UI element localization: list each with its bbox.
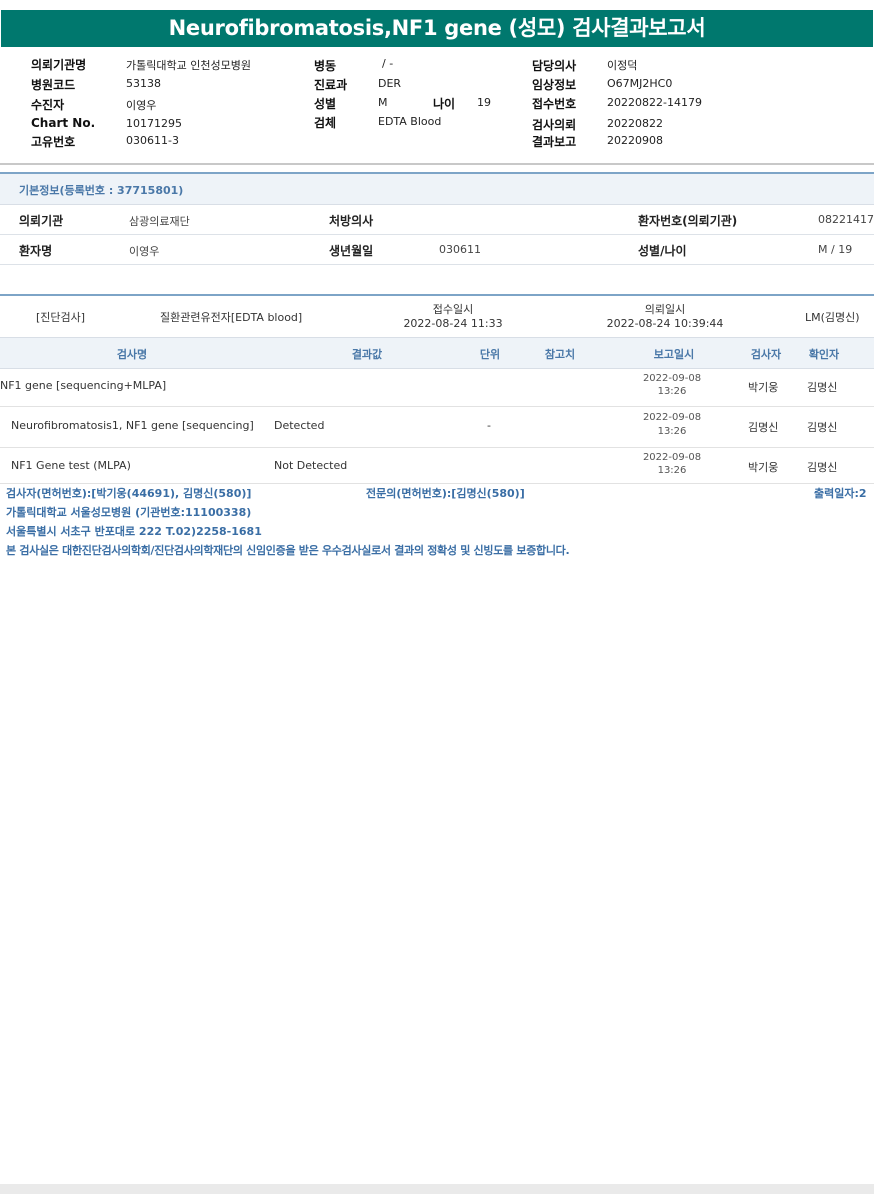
test-name: Neurofibromatosis1, NF1 gene [sequencing…	[11, 419, 254, 432]
patient-name-label: 환자명	[19, 244, 53, 258]
chart-no-label: Chart No.	[31, 116, 96, 130]
report-title: Neurofibromatosis,NF1 gene (성모) 검사결과보고서	[1, 10, 873, 47]
result-report-label: 결과보고	[532, 135, 577, 149]
order-item: 질환관련유전자[EDTA blood]	[160, 311, 303, 324]
lm-doctor: LM(김명신)	[805, 311, 860, 324]
unique-no-value: 030611-3	[126, 134, 179, 147]
clinical-info-value: O67MJ2HC0	[607, 77, 673, 90]
sex-value: M	[378, 96, 388, 109]
tester: 김명신	[748, 421, 779, 434]
sex-label: 성별	[314, 97, 337, 111]
test-result: Not Detected	[274, 459, 348, 472]
org-value: 삼광의료재단	[129, 215, 190, 228]
col-reference: 참고치	[544, 348, 576, 361]
requesting-hospital-value: 가톨릭대학교 인천성모병원	[126, 59, 251, 72]
test-result: Detected	[274, 419, 325, 432]
test-name: NF1 gene [sequencing+MLPA]	[0, 379, 167, 392]
test-name: NF1 Gene test (MLPA)	[11, 459, 131, 472]
col-report-date: 보고일시	[653, 348, 695, 361]
report-date: 2022-09-08	[642, 452, 702, 463]
order-category: [진단검사]	[36, 311, 86, 324]
order-row: [진단검사] 질환관련유전자[EDTA blood] 접수일시 2022-08-…	[0, 296, 874, 336]
department-value: DER	[378, 77, 402, 90]
test-request-label: 검사의뢰	[532, 118, 577, 132]
table-row: NF1 Gene test (MLPA) Not Detected 2022-0…	[0, 448, 874, 484]
patient-no-value: 082214179	[818, 213, 874, 226]
patient-no-label: 환자번호(의뢰기관)	[638, 214, 738, 228]
basic-info-heading: 기본정보(등록번호 : 37715801)	[19, 184, 184, 197]
clinical-info-label: 임상정보	[532, 78, 577, 92]
result-report-value: 20220908	[607, 134, 663, 147]
basic-info-row-1: 의뢰기관 삼광의료재단 처방의사 환자번호(의뢰기관) 082214179	[0, 205, 874, 235]
tester: 박기웅	[748, 381, 779, 394]
receipt-no-value: 20220822-14179	[607, 96, 702, 109]
basic-info-heading-band: 기본정보(등록번호 : 37715801)	[0, 174, 874, 205]
birthdate-value: 030611	[439, 243, 481, 256]
header-divider	[0, 163, 874, 165]
col-tester: 검사자	[750, 348, 782, 361]
org-label: 의뢰기관	[19, 214, 64, 228]
unique-no-label: 고유번호	[31, 135, 76, 149]
report-date: 2022-09-08	[642, 412, 702, 423]
specimen-label: 검체	[314, 116, 337, 130]
age-label: 나이	[433, 97, 456, 111]
ward-label: 병동	[314, 59, 337, 73]
requested-value: 2022-08-24 10:39:44	[606, 317, 724, 330]
test-unit: -	[487, 419, 491, 432]
requested-label: 의뢰일시	[644, 303, 686, 316]
confirmer: 김명신	[807, 421, 838, 434]
patient-label: 수진자	[31, 98, 65, 112]
attending-doctor-value: 이정덕	[607, 59, 638, 72]
chart-no-value: 10171295	[126, 117, 182, 130]
confirmer: 김명신	[807, 461, 838, 474]
footer-testers: 검사자(면허번호):[박기웅(44691), 김명신(580)]	[6, 487, 252, 500]
confirmer: 김명신	[807, 381, 838, 394]
requesting-hospital-label: 의뢰기관명	[31, 58, 87, 72]
results-section: [진단검사] 질환관련유전자[EDTA blood] 접수일시 2022-08-…	[0, 294, 874, 484]
results-table-header: 검사명 결과값 단위 참고치 보고일시 검사자 확인자	[0, 337, 874, 369]
bottom-bar	[0, 1184, 874, 1194]
received-value: 2022-08-24 11:33	[403, 317, 503, 330]
basic-info-row-2: 환자명 이영우 생년월일 030611 성별/나이 M / 19	[0, 235, 874, 265]
footer-address: 서울특별시 서초구 반포대로 222 T.02)2258-1681	[6, 525, 262, 538]
footer-hospital: 가톨릭대학교 서울성모병원 (기관번호:11100338)	[6, 506, 252, 519]
department-label: 진료과	[314, 78, 348, 92]
prescriber-label: 처방의사	[329, 214, 374, 228]
footer-printed-date: 출력일자:2	[814, 487, 867, 500]
hospital-code-label: 병원코드	[31, 78, 76, 92]
sex-age-label: 성별/나이	[638, 244, 687, 258]
receipt-no-label: 접수번호	[532, 97, 577, 111]
patient-name-value: 이영우	[129, 245, 160, 258]
table-row: Neurofibromatosis1, NF1 gene [sequencing…	[0, 407, 874, 448]
col-test-name: 검사명	[116, 348, 148, 361]
footer-certification: 본 검사실은 대한진단검사의학회/진단검사의학재단의 신임인증을 받은 우수검사…	[6, 544, 570, 557]
basic-info-section: 기본정보(등록번호 : 37715801) 의뢰기관 삼광의료재단 처방의사 환…	[0, 172, 874, 266]
birthdate-label: 생년월일	[329, 244, 374, 258]
col-result: 결과값	[351, 348, 383, 361]
col-confirmer: 확인자	[808, 348, 840, 361]
footer-specialist: 전문의(면허번호):[김명신(580)]	[366, 487, 525, 500]
report-time: 13:26	[657, 465, 687, 476]
attending-doctor-label: 담당의사	[532, 59, 577, 73]
test-request-value: 20220822	[607, 117, 663, 130]
received-label: 접수일시	[432, 303, 474, 316]
report-time: 13:26	[657, 386, 687, 397]
table-row: NF1 gene [sequencing+MLPA] 2022-09-08 13…	[0, 368, 874, 407]
age-value: 19	[477, 96, 491, 109]
hospital-code-value: 53138	[126, 77, 161, 90]
specimen-value: EDTA Blood	[378, 115, 442, 128]
col-unit: 단위	[479, 348, 501, 361]
report-time: 13:26	[657, 426, 687, 437]
report-date: 2022-09-08	[642, 373, 702, 384]
ward-value: / -	[382, 57, 394, 70]
tester: 박기웅	[748, 461, 779, 474]
sex-age-value: M / 19	[818, 243, 853, 256]
patient-value: 이영우	[126, 99, 157, 112]
